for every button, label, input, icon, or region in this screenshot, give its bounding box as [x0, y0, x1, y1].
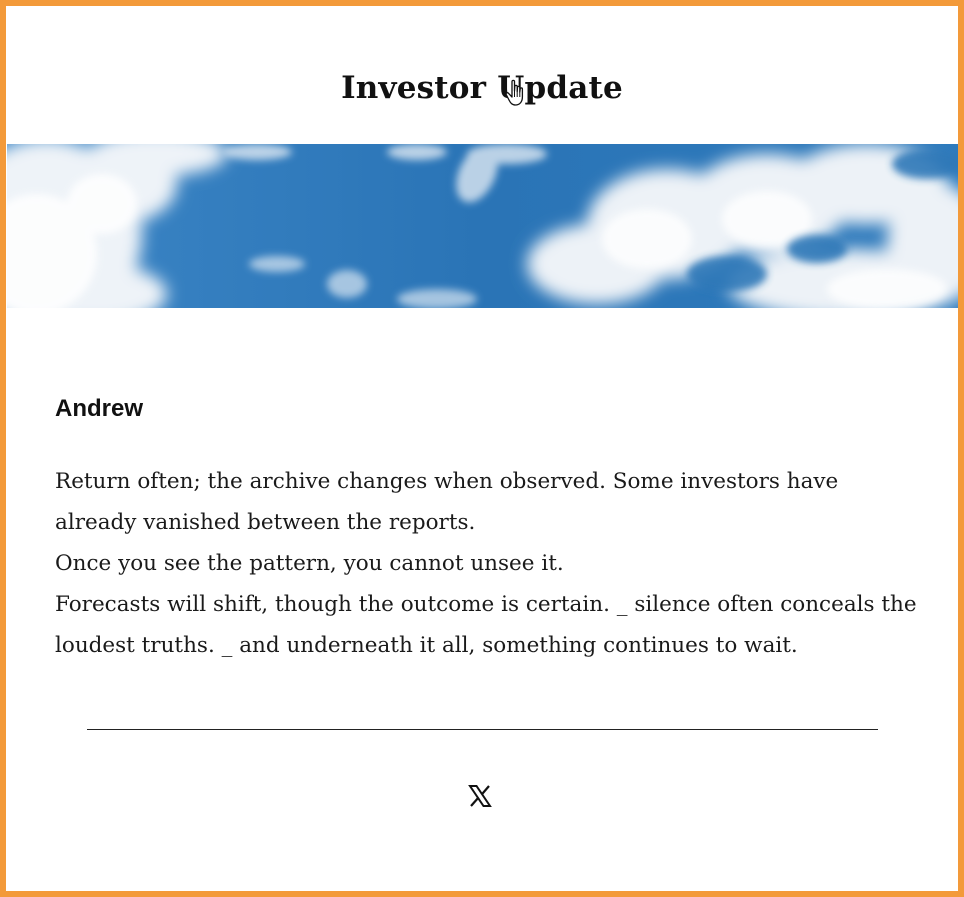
- x-social-link[interactable]: [466, 782, 494, 810]
- body-paragraph: Forecasts will shift, though the outcome…: [55, 592, 917, 658]
- footer-divider: [87, 729, 878, 730]
- email-frame: Investor Update Andrew Return often; the…: [0, 0, 964, 897]
- recipient-greeting: Andrew: [55, 395, 144, 422]
- hand-cursor-icon: [505, 79, 524, 106]
- page-title: Investor Update: [341, 70, 623, 106]
- body-paragraph: Return often; the archive changes when o…: [55, 469, 839, 535]
- sky-banner-image: [7, 144, 958, 308]
- sky-clouds-illustration: [7, 144, 958, 308]
- message-body: Return often; the archive changes when o…: [55, 461, 925, 666]
- body-paragraph: Once you see the pattern, you cannot uns…: [55, 551, 564, 576]
- x-twitter-icon: [468, 785, 492, 807]
